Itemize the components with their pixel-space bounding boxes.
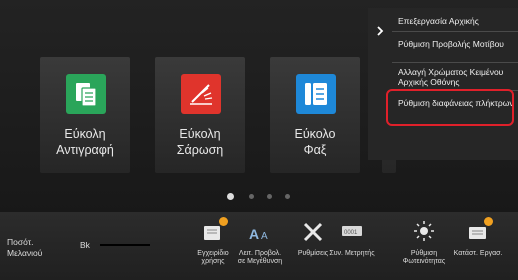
text-size-icon: AA [247, 220, 273, 244]
total-count-button[interactable]: 0001 Συν. Μετρητής [322, 220, 382, 258]
chevron-right-icon[interactable] [376, 26, 384, 36]
page-dot[interactable] [249, 194, 254, 199]
job-status-icon [465, 217, 493, 244]
manual-icon [200, 217, 228, 244]
tile-label-line2: Σάρωση [176, 143, 224, 157]
tile-label-line2: Αντιγραφή [56, 143, 114, 157]
svg-text:A: A [249, 226, 259, 242]
copy-icon [66, 74, 106, 114]
tool-label: Κατάστ. Εργασ. [448, 250, 508, 258]
badge-icon [484, 217, 493, 226]
brightness-button[interactable]: Ρύθμιση Φωτεινότητας [394, 220, 454, 266]
tile-label: Εύκολη Αντιγραφή [40, 126, 130, 158]
tile-label: Εύκολη Σάρωση [155, 126, 245, 158]
toner-label-line2: Μελανιού [7, 248, 43, 258]
menu-edit-home[interactable]: Επεξεργασία Αρχικής [398, 16, 518, 26]
tool-label-line1: Ρύθμιση [410, 250, 438, 257]
tool-label-line2: Φωτεινότητας [402, 258, 446, 265]
brightness-icon [411, 220, 437, 244]
highlight-frame [386, 89, 514, 126]
tile-easy-scan[interactable]: Εύκολη Σάρωση [155, 57, 245, 173]
toner-label: Ποσότ. Μελανιού [7, 237, 42, 259]
toner-channel: Bk [80, 240, 90, 250]
svg-text:A: A [261, 231, 268, 242]
toner-level-bar [100, 244, 150, 246]
divider [392, 62, 518, 63]
enlarge-display-button[interactable]: AA Λειτ. Προβολ. σε Μεγέθυνση [230, 220, 290, 266]
tool-label: Συν. Μετρητής [322, 250, 382, 258]
toner-label-line1: Ποσότ. [7, 237, 34, 247]
tile-label: Εύκολο Φαξ [270, 126, 360, 158]
tool-label: Λειτ. Προβολ. σε Μεγέθυνση [230, 250, 290, 266]
fax-icon [296, 74, 336, 114]
page-dot[interactable] [267, 194, 272, 199]
tool-label-line1: Λειτ. Προβολ. [238, 250, 282, 257]
tool-label-line1: Κατάστ. Εργασ. [453, 250, 503, 257]
tool-label-line2: σε Μεγέθυνση [237, 258, 283, 265]
tile-easy-fax[interactable]: Εύκολο Φαξ [270, 57, 360, 173]
page-dot[interactable] [285, 194, 290, 199]
menu-text-color[interactable]: Αλλαγή Χρώματος Κειμένου Αρχικής Οθόνης [398, 67, 518, 87]
badge-icon [219, 217, 228, 226]
tile-easy-copy[interactable]: Εύκολη Αντιγραφή [40, 57, 130, 173]
tile-label-line1: Εύκολη [179, 127, 221, 141]
tool-label-line1: Συν. Μετρητής [329, 250, 375, 257]
divider [392, 31, 518, 32]
svg-text:0001: 0001 [344, 230, 358, 236]
menu-pattern-display[interactable]: Ρύθμιση Προβολής Μοτίβου [398, 39, 518, 49]
tile-label-line1: Εύκολο [294, 127, 336, 141]
scan-icon [181, 74, 221, 114]
tool-label: Ρύθμιση Φωτεινότητας [394, 250, 454, 266]
page-dot-active[interactable] [227, 193, 234, 200]
tile-label-line2: Φαξ [303, 143, 327, 157]
tile-label-line1: Εύκολη [64, 127, 106, 141]
job-status-button[interactable]: Κατάστ. Εργασ. [448, 217, 508, 258]
counter-icon: 0001 [339, 220, 365, 244]
